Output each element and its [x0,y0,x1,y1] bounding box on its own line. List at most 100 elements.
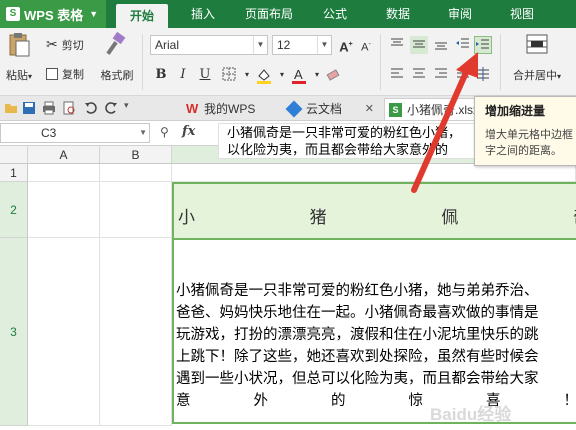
tab-insert[interactable]: 插入 [191,0,215,28]
tab-formula[interactable]: 公式 [323,0,347,28]
align-top-icon[interactable] [388,36,406,54]
font-size-value: 12 [277,38,291,52]
title-char: 佩 [441,208,459,228]
tab-view[interactable]: 视图 [510,0,534,28]
underline-button[interactable]: U [196,66,214,84]
tab-label: 小猪佩奇.xlsx [407,103,480,117]
align-right-icon[interactable] [432,66,450,84]
cell-b3[interactable] [100,238,172,426]
wps-logo-icon: S [6,7,20,21]
app-title: WPS 表格 [24,7,84,23]
row-header-3[interactable]: 3 [0,238,28,426]
tab-my-wps[interactable]: W 我的WPS [182,98,276,120]
merge-cells-icon [526,34,548,54]
scissors-icon: ✂ [46,36,58,52]
cell-c2[interactable]: 小 猪 佩 奇 [172,182,576,238]
font-size-select[interactable]: 12 ▼ [272,35,332,55]
chevron-down-icon: ▼ [139,128,147,137]
cell-c2-text: 小 猪 佩 奇 [174,203,576,228]
decrease-font-icon[interactable]: A- [357,36,375,54]
chevron-down-icon[interactable]: ▾ [238,66,256,84]
name-box[interactable]: C3 ▼ [0,123,150,143]
select-all-corner[interactable] [0,146,28,164]
cut-button[interactable]: ✂ 剪切 [46,36,84,53]
wps-logo-icon: W [186,101,199,116]
brush-icon [106,31,126,55]
tab-current-file[interactable]: S 小猪佩奇.xlsx [384,98,484,120]
formula-input[interactable]: 小猪佩奇是一只非常可爱的粉红色小猪， 以化险为夷，而且都会带给大家意外的 [218,123,478,159]
print-icon[interactable] [42,101,56,115]
formula-line-2: 以化险为夷，而且都会带给大家意外的 [227,142,449,157]
text-char: 意 [176,393,191,409]
column-header-b[interactable]: B [100,146,172,164]
merge-center-button[interactable]: 合并居中▾ [506,32,568,83]
text-char: 的 [331,393,346,409]
close-icon[interactable]: ✕ [365,98,374,120]
tab-cloud-docs[interactable]: 云文档 ✕ [284,98,376,120]
divider [500,34,501,90]
cell-a1[interactable] [28,164,100,182]
align-bottom-icon[interactable] [432,36,450,54]
text-char: ！ [564,390,576,412]
chevron-down-icon: ▼ [317,36,331,54]
tab-page-layout[interactable]: 页面布局 [245,0,293,28]
cell-b1[interactable] [100,164,172,182]
text-line: 玩游戏，打扮的漂漂亮亮，渡假和住在小泥坑里快乐的跳 [176,327,539,343]
ribbon: 粘贴▾ ✂ 剪切 格式刷 复制 Arial ▼ 12 ▼ A+ A- B I U… [0,28,576,96]
align-left-icon[interactable] [388,66,406,84]
font-name-value: Arial [155,38,180,52]
align-middle-icon[interactable] [410,36,428,54]
tab-review[interactable]: 审阅 [448,0,472,28]
chevron-down-icon[interactable]: ▾ [273,66,291,84]
cell-a3[interactable] [28,238,100,426]
save-icon[interactable] [22,101,36,115]
tab-home[interactable]: 开始 [116,4,169,28]
chevron-down-icon: ▾ [556,72,561,81]
row-header-1[interactable]: 1 [0,164,28,182]
title-char: 小 [178,208,195,228]
cell-c3[interactable]: 小猪佩奇是一只非常可爱的粉红色小猪，她与弟弟乔治、 爸爸、妈妈快乐地住在一起。小… [172,238,576,424]
tooltip-description-line-2: 字之间的距离。 [485,145,562,157]
cloud-doc-icon [285,100,303,118]
chevron-down-icon: ▼ [253,36,267,54]
function-icon[interactable]: fx [182,124,195,139]
fill-color-icon[interactable] [255,66,273,84]
cell-a2[interactable] [28,182,100,238]
copy-icon [46,68,58,80]
paste-button[interactable]: 粘贴▾ [4,32,34,83]
tooltip: 增加缩进量 增大单元格中边框 字之间的距离。 [474,96,576,166]
cell-c1[interactable] [172,164,576,182]
undo-icon[interactable] [84,101,98,115]
redo-icon[interactable] [104,101,118,115]
watermark: Baidu经验 [430,405,512,424]
font-name-select[interactable]: Arial ▼ [150,35,268,55]
app-menu-button[interactable]: S WPS 表格 ▼ [0,0,106,28]
text-line-last: 意 外 的 惊 喜 ！ [176,390,576,412]
format-painter-button[interactable]: 格式刷 [98,31,136,83]
folder-icon[interactable] [4,101,18,115]
divider [380,34,381,90]
tab-data[interactable]: 数据 [386,0,410,28]
bold-button[interactable]: B [152,66,170,84]
column-header-a[interactable]: A [28,146,100,164]
justify-icon[interactable] [454,66,472,84]
cell-reference: C3 [41,126,57,140]
distributed-align-icon[interactable] [474,66,492,84]
decrease-indent-icon[interactable] [454,36,472,54]
increase-font-icon[interactable]: A+ [337,36,355,54]
chevron-down-icon: ▼ [89,9,99,19]
print-preview-icon[interactable] [62,101,76,115]
increase-indent-icon[interactable] [474,36,492,54]
eraser-icon[interactable] [324,66,342,84]
italic-button[interactable]: I [174,66,192,84]
cell-b2[interactable] [100,182,172,238]
font-color-icon[interactable]: A [290,66,308,84]
row-header-2[interactable]: 2 [0,182,28,238]
spreadsheet-grid: A B 1 2 3 小 猪 佩 奇 小猪佩奇是一只非常可爱的粉红色小猪，她与弟弟… [0,146,576,430]
copy-button[interactable]: 复制 [46,66,84,82]
align-center-icon[interactable] [410,66,428,84]
zoom-search-icon[interactable]: ⚲ [160,125,169,139]
border-icon[interactable] [220,66,238,84]
svg-text:A: A [294,67,303,82]
chevron-down-icon[interactable]: ▾ [124,100,129,111]
